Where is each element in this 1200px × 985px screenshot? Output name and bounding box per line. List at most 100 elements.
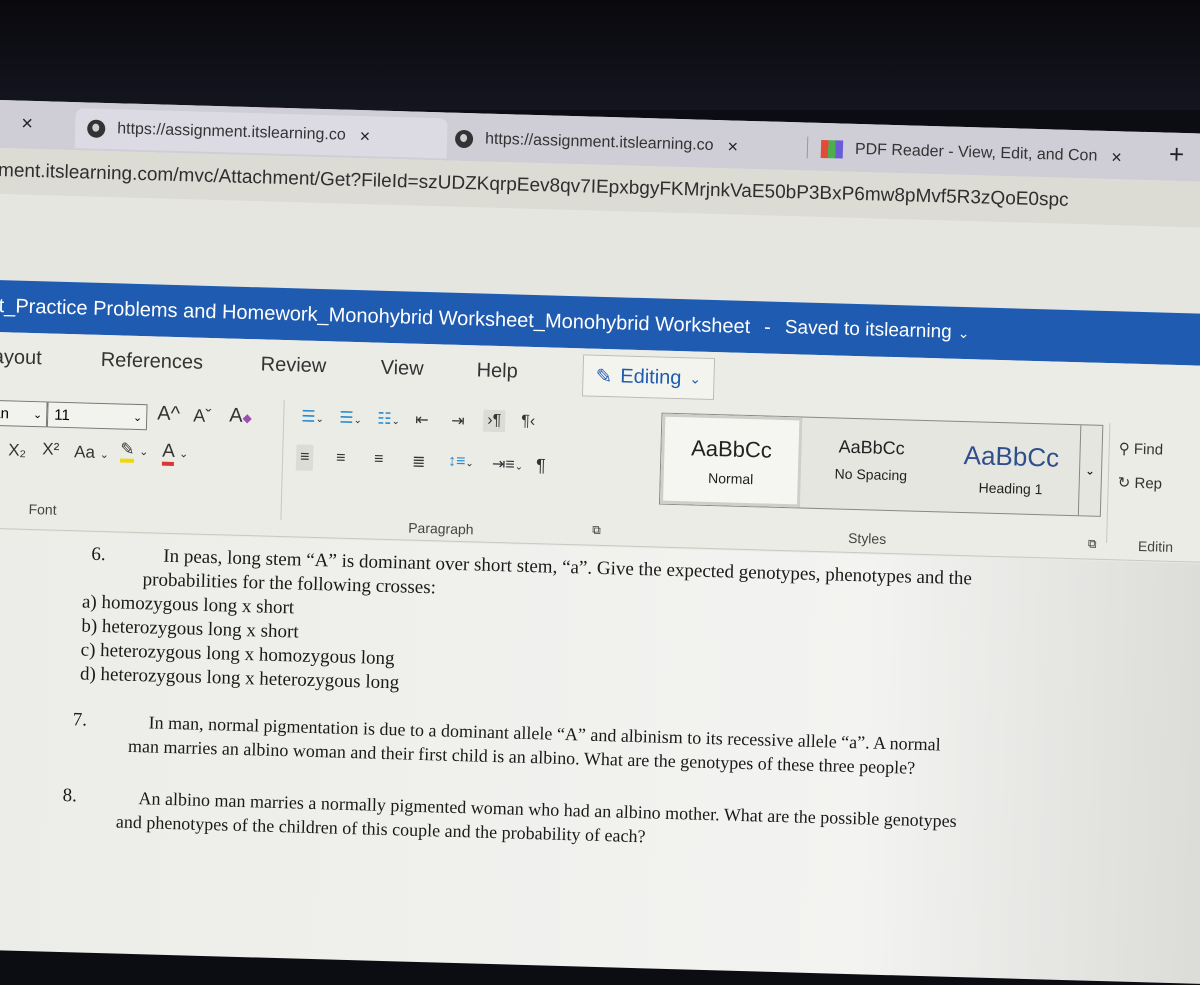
increase-indent-button[interactable]: ⇥ [451, 411, 465, 431]
browser-tab[interactable]: PDF Reader - View, Edit, and Con × [820, 129, 1151, 178]
decrease-indent-icon: ⇤ [414, 411, 429, 430]
paragraph-spacing-icon: ⇥≡ [491, 455, 515, 474]
pdf-reader-icon [820, 139, 844, 159]
tab-title: PDF Reader - View, Edit, and Con [854, 140, 1098, 165]
paragraph-spacing-button[interactable]: ⇥≡⌄ [492, 454, 524, 475]
right-to-left-icon: ¶‹ [520, 412, 536, 431]
change-case-label: Aa [73, 442, 96, 462]
align-left-button[interactable]: ≡ [295, 444, 314, 471]
new-tab-button[interactable]: + [1169, 139, 1185, 170]
style-sample: AaBbCc [963, 440, 1060, 473]
question-number: 6. [91, 543, 106, 566]
highlight-button[interactable]: ✎ ⌄ [119, 439, 149, 463]
grow-font-button[interactable]: A^ [157, 403, 180, 427]
clear-formatting-icon: A [228, 404, 243, 427]
search-icon: ⚲ [1118, 440, 1130, 458]
tab-help[interactable]: Help [476, 359, 518, 383]
align-right-icon: ≡ [373, 450, 384, 468]
style-name: Normal [707, 469, 754, 488]
styles-group-label: Styles [847, 529, 887, 547]
styles-dialog-launcher[interactable]: ⧉ [1088, 537, 1097, 552]
align-center-button[interactable]: ≡ [336, 450, 346, 468]
question-number: 7. [72, 709, 88, 731]
align-center-icon: ≡ [335, 449, 346, 467]
close-tab-icon[interactable]: × [21, 113, 33, 136]
replace-label: Rep [1134, 474, 1163, 493]
question-number: 8. [62, 785, 78, 807]
superscript-button[interactable]: X² [42, 439, 60, 459]
justify-icon: ≣ [411, 453, 426, 472]
shrink-font-button[interactable]: Aˇ [193, 406, 212, 427]
save-status[interactable]: Saved to itslearning [785, 317, 952, 344]
tab-title: https://assignment.itslearning.co [117, 120, 346, 144]
highlighter-icon: ✎ [119, 439, 135, 463]
numbering-button[interactable]: ☰⌄ [339, 408, 362, 429]
close-icon[interactable]: × [727, 136, 738, 157]
style-sample: AaBbCc [690, 435, 773, 463]
style-name: Heading 1 [978, 479, 1043, 498]
align-right-button[interactable]: ≡ [374, 451, 384, 469]
document-canvas[interactable]: 6. In peas, long stem “A” is dominant ov… [0, 529, 1200, 985]
styles-gallery: AaBbCc Normal AaBbCc No Spacing AaBbCc H… [658, 412, 1104, 517]
rtl-button[interactable]: ¶‹ [521, 413, 535, 431]
styles-more-button[interactable]: ⌄ [1077, 425, 1102, 516]
chevron-down-icon: ⌄ [132, 411, 143, 424]
font-size-dropdown[interactable]: 11 ⌄ [46, 401, 148, 431]
replace-button[interactable]: ↻ Rep [1118, 473, 1163, 492]
close-icon[interactable]: × [359, 126, 370, 147]
style-normal[interactable]: AaBbCc Normal [659, 413, 803, 508]
group-divider [1106, 423, 1111, 544]
tab-review[interactable]: Review [260, 353, 326, 378]
line-spacing-icon: ↕≡ [447, 452, 466, 471]
tab-separator [806, 136, 809, 159]
font-size-value: 11 [53, 406, 71, 424]
font-group-label: Font [28, 500, 57, 518]
multilevel-list-button[interactable]: ☷⌄ [377, 409, 400, 430]
tab-layout[interactable]: ayout [0, 346, 42, 370]
increase-indent-icon: ⇥ [450, 412, 465, 431]
multilevel-list-icon: ☷ [376, 410, 392, 429]
globe-icon [454, 129, 474, 149]
ltr-button[interactable]: ›¶ [482, 409, 506, 433]
document-title[interactable]: it_Practice Problems and Homework_Monohy… [0, 294, 751, 338]
monitor-bezel [0, 0, 1200, 110]
title-separator: - [763, 315, 772, 339]
paragraph-dialog-launcher[interactable]: ⧉ [592, 523, 601, 538]
pencil-icon: ✎ [595, 365, 613, 388]
paragraph-group-label: Paragraph [407, 519, 474, 538]
numbered-list-icon: ☰ [339, 409, 354, 427]
bullets-button[interactable]: ☰⌄ [301, 407, 324, 428]
chevron-down-icon[interactable]: ⌄ [957, 324, 970, 341]
left-to-right-icon: ›¶ [487, 411, 502, 430]
decrease-indent-button[interactable]: ⇤ [415, 410, 429, 430]
group-divider [280, 400, 285, 521]
font-color-button[interactable]: A ⌄ [161, 440, 189, 466]
font-color-icon: A [161, 440, 175, 466]
pilcrow-icon: ¶ [535, 455, 546, 476]
tab-references[interactable]: References [100, 349, 203, 375]
clear-formatting-button[interactable]: A◆ [229, 405, 252, 429]
font-name-dropdown[interactable]: an ⌄ [0, 399, 48, 428]
style-sample: AaBbCc [838, 436, 905, 459]
align-left-icon: ≡ [299, 448, 310, 466]
justify-button[interactable]: ≣ [412, 452, 426, 472]
find-button[interactable]: ⚲ Find [1118, 439, 1163, 458]
style-name: No Spacing [834, 465, 908, 484]
tab-view[interactable]: View [380, 357, 424, 381]
style-heading-1[interactable]: AaBbCc Heading 1 [940, 421, 1082, 515]
bullet-list-icon: ☰ [301, 408, 316, 426]
chevron-down-icon: ⌄ [32, 408, 43, 421]
editing-mode-button[interactable]: ✎ Editing ⌄ [581, 354, 715, 401]
replace-icon: ↻ [1117, 474, 1131, 492]
subscript-button[interactable]: X₂ [8, 440, 26, 460]
line-spacing-button[interactable]: ↕≡⌄ [448, 453, 474, 472]
show-marks-button[interactable]: ¶ [536, 455, 546, 476]
screen: × https://assignment.itslearning.co × ht… [0, 100, 1200, 985]
font-name-value: an [0, 404, 10, 422]
browser-tab[interactable]: https://assignment.itslearning.co × [454, 119, 796, 168]
style-no-spacing[interactable]: AaBbCc No Spacing [800, 418, 942, 512]
close-icon[interactable]: × [1111, 147, 1122, 168]
change-case-button[interactable]: Aa ⌄ [74, 442, 109, 463]
find-label: Find [1133, 440, 1164, 459]
chevron-down-icon: ⌄ [689, 369, 702, 387]
